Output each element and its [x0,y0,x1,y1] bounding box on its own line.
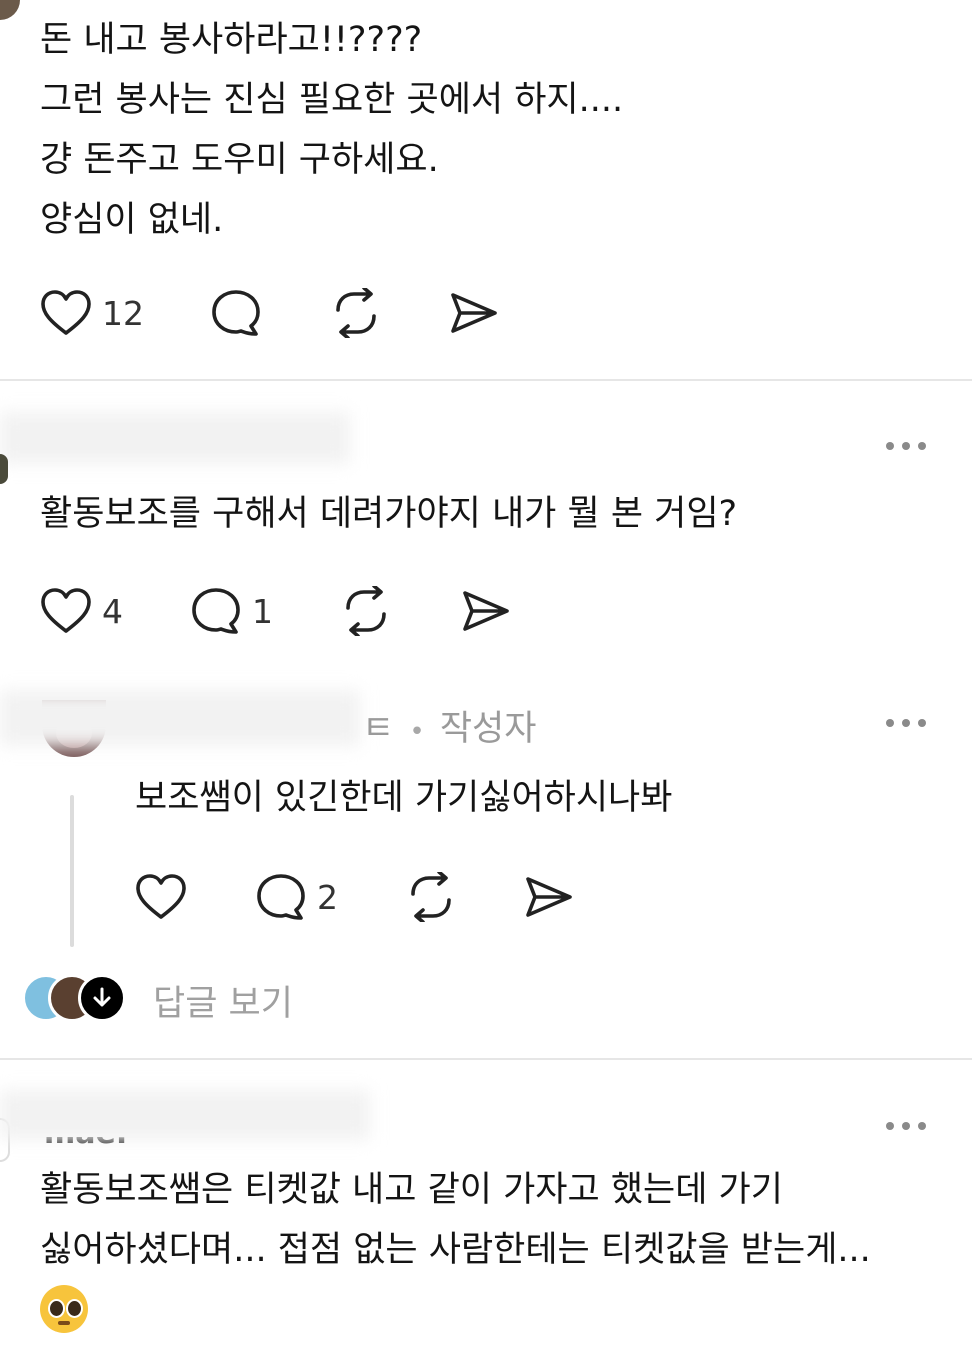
redacted-author [0,1090,370,1140]
comment-button[interactable] [210,288,262,338]
heart-icon [41,588,91,633]
post-3-line-1: 활동보조쌤은 티켓값 내고 같이 가자고 했는데 가기 [40,1170,783,1210]
share-button[interactable] [523,872,575,922]
share-icon [451,293,497,333]
repost-button[interactable] [340,586,392,636]
post-1-body: 돈 내고 봉사하라고!!???? 그런 봉사는 진심 필요한 곳에서 하지...… [40,10,623,250]
pleading-face-emoji: 🥺 [40,1285,90,1335]
arrow-down-icon [78,974,126,1022]
avatar [0,454,8,484]
separator: • [409,717,425,747]
reply-avatars [22,974,132,1022]
post-3-body: 활동보조쌤은 티켓값 내고 같이 가자고 했는데 가기 싫어하셨다며... 접점… [40,1160,871,1280]
post-1-line-1: 돈 내고 봉사하라고!!???? [40,20,423,60]
repost-icon [336,288,376,338]
comment-button[interactable]: 1 [190,586,273,636]
repost-button[interactable] [330,288,382,338]
repost-icon [346,586,386,636]
reply-text: 보조쌤이 있긴한데 가기싫어하시나봐 [135,778,673,818]
thread-line [70,795,74,947]
like-button[interactable]: 12 [40,288,144,338]
post-divider [0,1058,972,1060]
reply-author-meta: ㅌ • 작성자 [362,700,536,751]
more-options-button[interactable] [886,439,926,453]
repost-button[interactable] [405,872,457,922]
like-count: 12 [102,293,144,333]
comment-icon [192,588,240,634]
post-1-line-4: 양심이 없네. [40,200,224,240]
more-options-button[interactable] [886,716,926,730]
post-divider [0,379,972,381]
reply-actions: 2 [135,872,635,922]
heart-icon [136,874,186,919]
comment-icon [212,290,260,336]
view-replies-link[interactable]: 답글 보기 [153,975,293,1026]
more-icon [886,719,894,727]
post-1-actions: 12 [40,288,540,338]
heart-icon [41,290,91,335]
more-icon [886,442,894,450]
post-2-text: 활동보조를 구해서 데려가야지 내가 뭘 본 거임? [40,494,738,534]
more-icon [886,1122,894,1130]
author-name-fragment: ㅌ [362,709,395,749]
like-count: 4 [102,591,123,631]
redacted-author [0,690,360,746]
reply-count: 1 [252,591,273,631]
like-button[interactable]: 4 [40,586,123,636]
reply-count: 2 [317,877,338,917]
redacted-author [0,412,350,464]
post-2-actions: 4 1 [40,586,540,636]
more-options-button[interactable] [886,1119,926,1133]
share-icon [463,591,509,631]
post-1-line-3: 걍 돈주고 도우미 구하세요. [40,140,439,180]
share-icon [526,877,572,917]
comment-icon [257,874,305,920]
post-1-line-2: 그런 봉사는 진심 필요한 곳에서 하지.... [40,80,624,120]
comment-button[interactable]: 2 [255,872,338,922]
author-badge: 작성자 [439,709,537,749]
repost-icon [411,872,451,922]
avatar-partial [0,0,24,24]
share-button[interactable] [448,288,500,338]
share-button[interactable] [460,586,512,636]
post-3-line-2: 싫어하셨다며... 접점 없는 사람한테는 티켓값을 받는게... [40,1230,871,1270]
like-button[interactable] [135,872,187,922]
